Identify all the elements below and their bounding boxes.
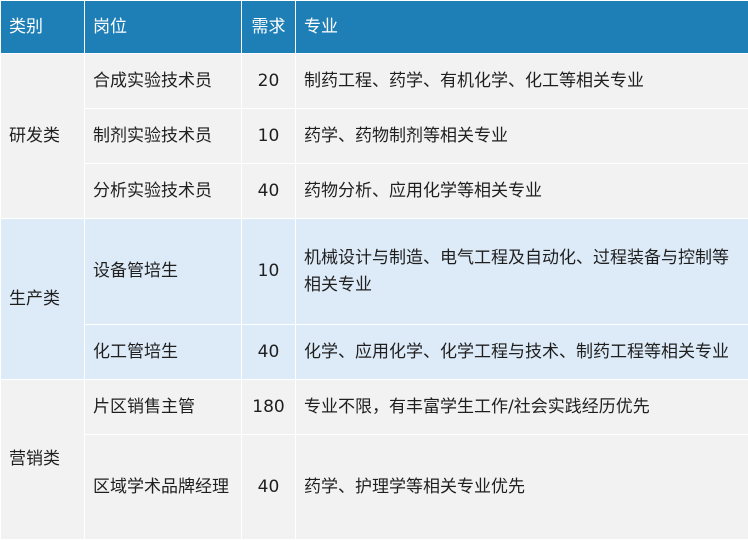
table-header-row: 类别 岗位 需求 专业 bbox=[0, 0, 748, 54]
demand-cell: 180 bbox=[241, 379, 296, 435]
table-row: 制剂实验技术员 10 药学、药物制剂等相关专业 bbox=[1, 108, 748, 164]
category-cell: 研发类 bbox=[0, 53, 85, 219]
demand-cell: 40 bbox=[241, 434, 296, 540]
header-category: 类别 bbox=[0, 0, 85, 54]
position-cell: 制剂实验技术员 bbox=[84, 108, 242, 164]
demand-cell: 10 bbox=[241, 218, 296, 325]
demand-cell: 20 bbox=[241, 53, 296, 109]
table-row: 生产类 设备管培生 10 机械设计与制造、电气工程及自动化、过程装备与控制等相关… bbox=[0, 218, 748, 380]
major-cell: 药学、药物制剂等相关专业 bbox=[295, 108, 748, 164]
table-row: 研发类 合成实验技术员 20 制药工程、药学、有机化学、化工等相关专业 bbox=[0, 53, 748, 219]
table-row: 营销类 片区销售主管 180 专业不限，有丰富学生工作/社会实践经历优先 bbox=[0, 379, 748, 540]
recruitment-table: 类别 岗位 需求 专业 研发类 合成实验技术员 20 制药工程、药学、有机化学、… bbox=[0, 0, 748, 540]
category-cell: 生产类 bbox=[0, 218, 85, 380]
group-production: 生产类 设备管培生 10 机械设计与制造、电气工程及自动化、过程装备与控制等相关… bbox=[0, 218, 748, 380]
table-row: 化工管培生 40 化学、应用化学、化学工程与技术、制药工程等相关专业 bbox=[1, 324, 748, 380]
position-cell: 设备管培生 bbox=[84, 218, 242, 325]
position-cell: 片区销售主管 bbox=[84, 379, 242, 435]
demand-cell: 10 bbox=[241, 108, 296, 164]
table-row: 区域学术品牌经理 40 药学、护理学等相关专业优先 bbox=[1, 434, 748, 540]
major-cell: 药物分析、应用化学等相关专业 bbox=[295, 163, 748, 219]
header-major: 专业 bbox=[295, 0, 748, 54]
major-cell: 制药工程、药学、有机化学、化工等相关专业 bbox=[295, 53, 748, 109]
position-cell: 化工管培生 bbox=[84, 324, 242, 380]
major-cell: 专业不限，有丰富学生工作/社会实践经历优先 bbox=[295, 379, 748, 435]
major-cell: 化学、应用化学、化学工程与技术、制药工程等相关专业 bbox=[295, 324, 748, 380]
major-cell: 机械设计与制造、电气工程及自动化、过程装备与控制等相关专业 bbox=[295, 218, 748, 325]
position-cell: 合成实验技术员 bbox=[84, 53, 242, 109]
header-demand: 需求 bbox=[241, 0, 296, 54]
category-cell: 营销类 bbox=[0, 379, 85, 540]
major-cell: 药学、护理学等相关专业优先 bbox=[295, 434, 748, 540]
table-row: 分析实验技术员 40 药物分析、应用化学等相关专业 bbox=[1, 163, 748, 219]
position-cell: 区域学术品牌经理 bbox=[84, 434, 242, 540]
group-rnd: 研发类 合成实验技术员 20 制药工程、药学、有机化学、化工等相关专业 制剂实验… bbox=[0, 53, 748, 219]
header-position: 岗位 bbox=[84, 0, 242, 54]
position-cell: 分析实验技术员 bbox=[84, 163, 242, 219]
demand-cell: 40 bbox=[241, 324, 296, 380]
demand-cell: 40 bbox=[241, 163, 296, 219]
group-marketing: 营销类 片区销售主管 180 专业不限，有丰富学生工作/社会实践经历优先 区域学… bbox=[0, 379, 748, 540]
